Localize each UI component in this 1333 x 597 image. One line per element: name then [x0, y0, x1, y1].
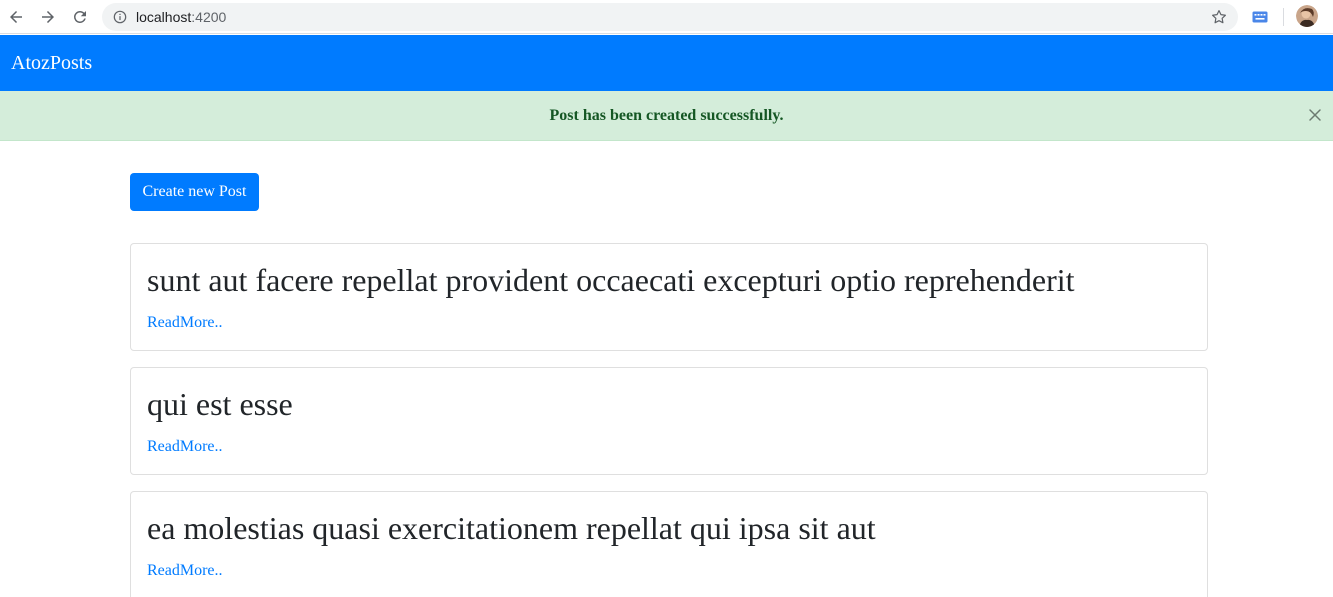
- profile-avatar[interactable]: [1296, 5, 1318, 27]
- success-alert: Post has been created successfully.: [0, 91, 1333, 141]
- app-navbar: AtozPosts: [0, 35, 1333, 91]
- bookmark-star-icon[interactable]: [1210, 8, 1228, 26]
- create-post-button[interactable]: Create new Post: [130, 173, 259, 211]
- read-more-link[interactable]: ReadMore..: [147, 314, 223, 332]
- address-bar[interactable]: localhost:4200: [102, 3, 1238, 31]
- url-port: :4200: [191, 9, 227, 25]
- post-card: ea molestias quasi exercitationem repell…: [130, 491, 1208, 597]
- keyboard-extension-icon[interactable]: [1252, 10, 1268, 23]
- alert-message: Post has been created successfully.: [549, 107, 784, 124]
- post-title: sunt aut facere repellat provident occae…: [147, 262, 1075, 298]
- post-title: qui est esse: [147, 386, 293, 422]
- browser-toolbar: localhost:4200: [0, 0, 1333, 34]
- url-text: localhost:4200: [136, 9, 226, 25]
- post-card: qui est esse ReadMore..: [130, 367, 1208, 475]
- forward-icon[interactable]: [36, 5, 60, 29]
- read-more-link[interactable]: ReadMore..: [147, 562, 223, 580]
- post-card: sunt aut facere repellat provident occae…: [130, 243, 1208, 351]
- post-title: ea molestias quasi exercitationem repell…: [147, 510, 876, 546]
- brand-link[interactable]: AtozPosts: [11, 52, 92, 75]
- back-icon[interactable]: [4, 5, 28, 29]
- toolbar-divider: [1283, 8, 1284, 26]
- url-host: localhost: [136, 9, 192, 25]
- read-more-link[interactable]: ReadMore..: [147, 438, 223, 456]
- close-icon[interactable]: [1308, 108, 1322, 122]
- info-icon[interactable]: [112, 9, 128, 25]
- reload-icon[interactable]: [68, 5, 92, 29]
